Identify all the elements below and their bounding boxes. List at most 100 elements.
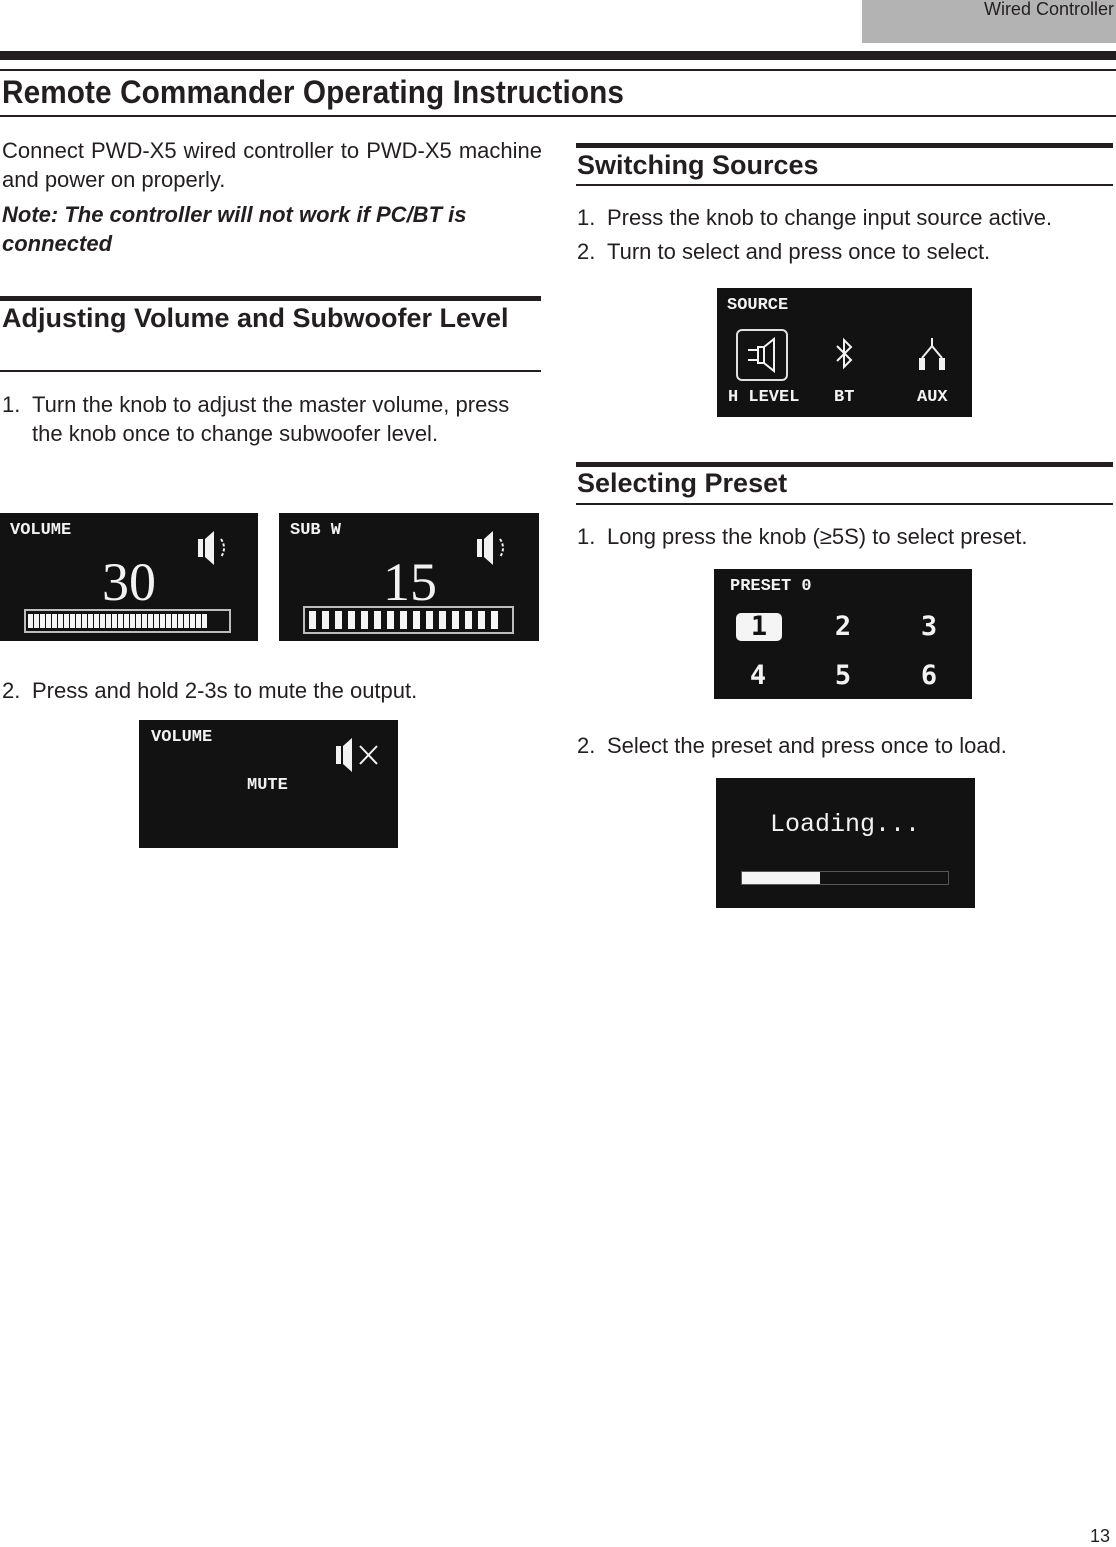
screen-label: SOURCE — [727, 296, 789, 315]
loading-progress-bar — [741, 871, 949, 885]
screen-label: SUB W — [290, 521, 342, 540]
speaker-on-icon — [198, 531, 225, 565]
section-rule-thick — [0, 296, 541, 301]
level-segment — [348, 611, 355, 629]
level-segment — [452, 611, 459, 629]
screen-label: VOLUME — [10, 521, 72, 540]
volume-level-bar — [24, 609, 231, 633]
level-segment — [34, 614, 39, 628]
level-segment — [148, 614, 153, 628]
source-label-bt: BT — [834, 388, 855, 407]
header-rule-thick — [0, 51, 1116, 60]
list-number: 2. — [577, 733, 596, 758]
level-segment — [142, 614, 147, 628]
preset-screen: PRESET 0 1 2 3 4 5 6 — [714, 569, 972, 699]
level-segment — [136, 614, 141, 628]
loading-progress-fill — [742, 872, 821, 884]
preset-option-1: 1 — [736, 613, 782, 641]
list-item: 2. Press and hold 2-3s to mute the outpu… — [2, 676, 522, 705]
screen-label: VOLUME — [151, 728, 213, 747]
preset-option-5: 5 — [834, 660, 852, 691]
mute-screen: VOLUME MUTE — [139, 720, 398, 848]
loading-screen: Loading... — [716, 778, 975, 908]
list-number: 1. — [577, 524, 596, 549]
loading-label: Loading... — [770, 810, 921, 839]
page-number: 13 — [1090, 1526, 1111, 1546]
level-segment — [426, 611, 433, 629]
level-segment — [130, 614, 135, 628]
level-segment — [439, 611, 446, 629]
level-segment — [28, 614, 33, 628]
mute-status: MUTE — [247, 776, 288, 795]
page-title: Remote Commander Operating Instructions — [2, 74, 625, 110]
level-segment — [491, 611, 498, 629]
source-label-aux: AUX — [917, 388, 948, 407]
list-number: 2. — [577, 239, 596, 264]
level-segment — [58, 614, 63, 628]
list-item: 1. Long press the knob (≥5S) to select p… — [577, 522, 1116, 551]
level-segment — [465, 611, 472, 629]
source-screen: SOURCE H LEVEL BT AUX — [717, 288, 972, 417]
section-title-volume: Adjusting Volume and Subwoofer Level — [2, 303, 509, 333]
level-segment — [196, 614, 201, 628]
list-text: Long press the knob (≥5S) to select pres… — [607, 524, 1028, 549]
volume-screen: VOLUME 30 — [0, 513, 258, 641]
intro-text: Connect PWD-X5 wired controller to PWD-X… — [2, 138, 542, 192]
source-label-h-level: H LEVEL — [728, 388, 800, 407]
list-item: 1. Turn the knob to adjust the master vo… — [2, 390, 522, 448]
list-number: 2. — [2, 678, 21, 703]
speaker-on-icon — [477, 531, 504, 565]
list-number: 1. — [2, 392, 21, 417]
level-segment — [166, 614, 171, 628]
list-text: Turn the knob to adjust the master volum… — [32, 392, 510, 446]
level-segment — [202, 614, 207, 628]
section-title-preset: Selecting Preset — [577, 468, 788, 498]
level-segment — [82, 614, 87, 628]
level-segment — [46, 614, 51, 628]
preset-option-2: 2 — [834, 611, 852, 642]
level-segment — [64, 614, 69, 628]
level-segment — [400, 611, 407, 629]
speaker-input-icon — [748, 336, 775, 374]
list-text: Turn to select and press once to select. — [607, 239, 991, 264]
section-rule-thin — [576, 503, 1113, 505]
level-segment — [374, 611, 381, 629]
bluetooth-icon — [836, 337, 853, 370]
level-segment — [387, 611, 394, 629]
list-text: Press and hold 2-3s to mute the output. — [32, 678, 418, 703]
level-segment — [70, 614, 75, 628]
level-segment — [190, 614, 195, 628]
section-tab: Wired Controller — [862, 0, 1116, 43]
level-segment — [112, 614, 117, 628]
title-rule — [0, 115, 1116, 117]
level-segment — [178, 614, 183, 628]
level-segment — [322, 611, 329, 629]
level-segment — [118, 614, 123, 628]
level-segment — [106, 614, 111, 628]
section-title-sources: Switching Sources — [577, 150, 819, 180]
level-segment — [184, 614, 189, 628]
list-number: 1. — [577, 205, 596, 230]
list-item: 2. Select the preset and press once to l… — [577, 731, 1116, 760]
section-rule-thick — [576, 143, 1113, 148]
level-segment — [76, 614, 81, 628]
source-option-h-level — [736, 329, 788, 381]
level-segment — [94, 614, 99, 628]
level-segment — [52, 614, 57, 628]
list-item: 1. Press the knob to change input source… — [577, 203, 1116, 232]
level-segment — [478, 611, 485, 629]
subwoofer-level-bar — [303, 606, 514, 634]
level-segment — [335, 611, 342, 629]
section-rule-thin — [576, 184, 1113, 186]
subwoofer-value: 15 — [383, 552, 437, 612]
level-segment — [361, 611, 368, 629]
level-segment — [413, 611, 420, 629]
subwoofer-screen: SUB W 15 — [279, 513, 539, 641]
level-segment — [309, 611, 316, 629]
section-rule-thin — [0, 370, 541, 372]
volume-value: 30 — [102, 552, 156, 612]
level-segment — [40, 614, 45, 628]
rca-aux-icon — [919, 338, 945, 370]
list-text: Press the knob to change input source ac… — [607, 205, 1053, 230]
list-text: Select the preset and press once to load… — [607, 733, 1007, 758]
